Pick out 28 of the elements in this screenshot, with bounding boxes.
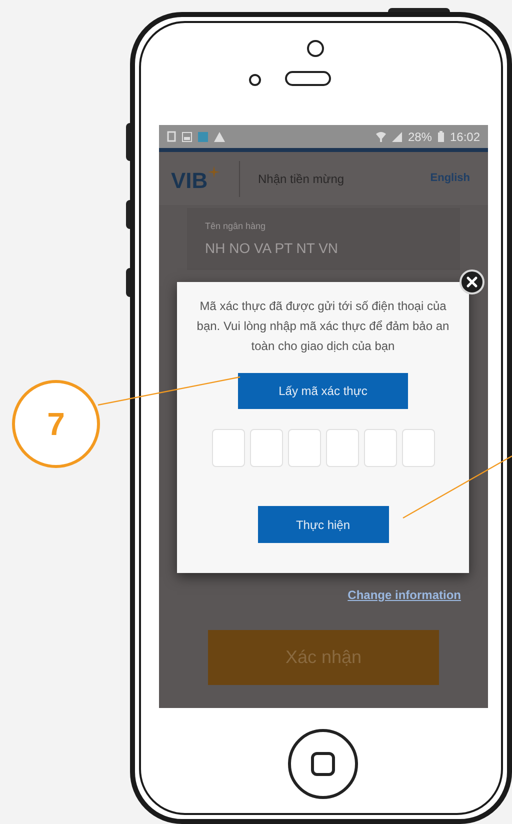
image-icon (182, 132, 192, 142)
battery-percent: 28% (408, 128, 432, 146)
status-time: 16:02 (450, 128, 480, 146)
code-digit-field[interactable] (364, 429, 396, 467)
field-value: NH NO VA PT NT VN (205, 238, 340, 258)
step-number: 7 (12, 380, 100, 468)
signal-icon (392, 132, 402, 142)
code-digit-field[interactable] (402, 429, 434, 467)
front-camera (307, 40, 324, 57)
submit-button[interactable]: Thực hiện (258, 506, 388, 543)
logo-text: VIB (171, 170, 208, 192)
warning-icon (214, 132, 225, 142)
dialog-message: Mã xác thực đã được gửi tới số điện thoại của bạn. Vui lòng nhập mã xác thực để đảm bảo an toàn cho giao dịch của bạn (196, 298, 450, 355)
change-information-link[interactable]: Change information (348, 586, 461, 604)
field-label: Tên ngân hàng (205, 220, 267, 233)
battery-icon (438, 131, 444, 142)
code-digit-field[interactable] (212, 429, 244, 467)
code-digit-field[interactable] (250, 429, 282, 467)
bank-name-field[interactable]: Tên ngân hàng NH NO VA PT NT VN (187, 208, 460, 270)
get-code-button[interactable]: Lấy mã xác thực (238, 373, 408, 409)
code-digit-field[interactable] (326, 429, 358, 467)
app-icon (198, 132, 208, 142)
home-button[interactable] (288, 729, 358, 799)
wifi-icon (376, 131, 386, 142)
notification-icon (167, 131, 176, 142)
speaker-grille (285, 71, 331, 86)
star-logo-icon (208, 166, 220, 178)
code-digit-field[interactable] (288, 429, 320, 467)
